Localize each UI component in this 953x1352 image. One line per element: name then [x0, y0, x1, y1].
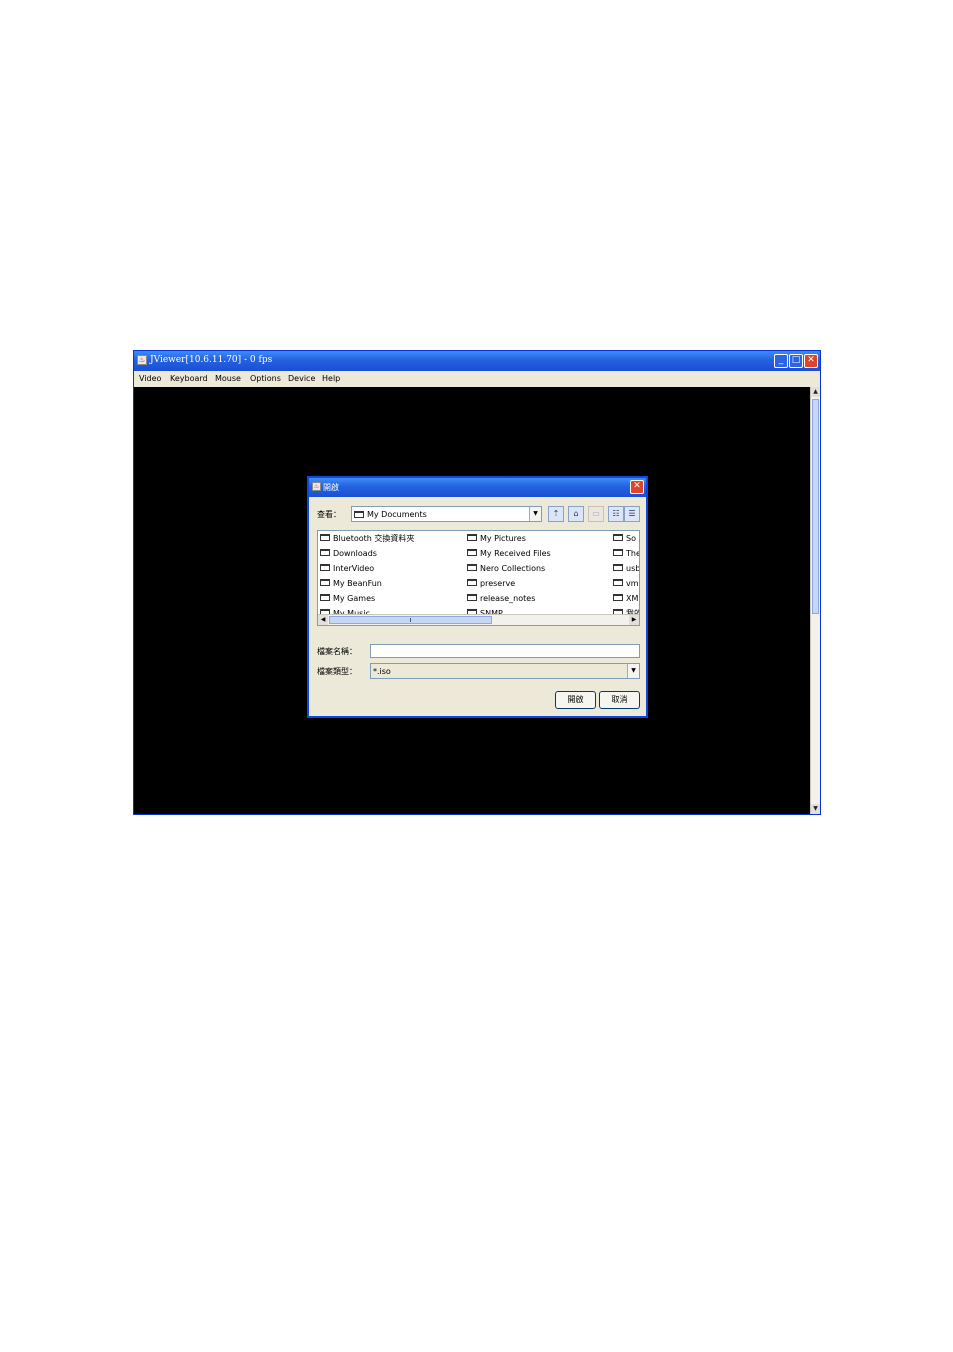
- menu-help[interactable]: Help: [322, 374, 340, 383]
- dialog-title-bar[interactable]: ♨ 開啟 ✕: [309, 478, 646, 497]
- list-item[interactable]: XM: [613, 592, 638, 605]
- list-item[interactable]: My Received Files: [467, 547, 551, 560]
- menu-options[interactable]: Options: [250, 374, 281, 383]
- scroll-down-icon[interactable]: ▼: [811, 804, 820, 814]
- folder-icon: [467, 549, 477, 556]
- folder-icon: [613, 594, 623, 601]
- folder-icon: [467, 594, 477, 601]
- folder-icon: [467, 534, 477, 541]
- dialog-title: 開啟: [323, 483, 339, 492]
- java-app-icon: ♨: [137, 355, 147, 365]
- open-file-dialog: ♨ 開啟 ✕ 查看： My Documents ▼ ⇡ ⌂ ▭ ☷ ☰ Blue…: [307, 476, 648, 718]
- menu-device[interactable]: Device: [288, 374, 315, 383]
- list-item[interactable]: My BeanFun: [320, 577, 382, 590]
- list-item[interactable]: The: [613, 547, 639, 560]
- folder-icon: [354, 511, 364, 518]
- close-button[interactable]: ✕: [804, 354, 818, 368]
- look-in-label: 查看：: [317, 510, 341, 519]
- list-item[interactable]: InterVideo: [320, 562, 374, 575]
- folder-icon: [320, 579, 330, 586]
- list-item[interactable]: usb: [613, 562, 639, 575]
- scroll-up-icon[interactable]: ▲: [811, 387, 820, 397]
- list-item[interactable]: My Games: [320, 592, 375, 605]
- filetype-label: 檔案類型：: [317, 667, 357, 676]
- folder-icon: [320, 534, 330, 541]
- new-folder-icon: ▭: [588, 506, 604, 522]
- maximize-button[interactable]: □: [789, 354, 803, 368]
- folder-icon: [320, 549, 330, 556]
- file-list[interactable]: Bluetooth 交換資料夾 My Pictures So Downloads…: [317, 530, 640, 626]
- filename-input[interactable]: [370, 644, 640, 658]
- list-item[interactable]: preserve: [467, 577, 515, 590]
- list-item[interactable]: vm: [613, 577, 639, 590]
- filetype-value: *.iso: [373, 667, 391, 676]
- menu-bar: Video Keyboard Mouse Options Device Help: [134, 371, 820, 387]
- menu-video[interactable]: Video: [139, 374, 161, 383]
- dialog-close-button[interactable]: ✕: [630, 480, 644, 494]
- folder-icon: [613, 549, 623, 556]
- list-item[interactable]: Bluetooth 交換資料夾: [320, 532, 414, 545]
- folder-icon: [613, 579, 623, 586]
- filetype-combo[interactable]: *.iso ▼: [370, 663, 640, 679]
- folder-icon: [613, 564, 623, 571]
- details-view-icon[interactable]: ☰: [624, 506, 640, 522]
- home-icon[interactable]: ⌂: [568, 506, 584, 522]
- look-in-combo[interactable]: My Documents ▼: [351, 506, 542, 522]
- list-item[interactable]: release_notes: [467, 592, 535, 605]
- chevron-down-icon[interactable]: ▼: [627, 664, 639, 678]
- minimize-button[interactable]: _: [774, 354, 788, 368]
- window-title: JViewer[10.6.11.70] - 0 fps: [150, 355, 273, 365]
- list-item[interactable]: So: [613, 532, 636, 545]
- folder-icon: [320, 594, 330, 601]
- list-item[interactable]: Downloads: [320, 547, 377, 560]
- horizontal-scrollbar[interactable]: ◀ ▶: [318, 614, 639, 625]
- window-title-bar[interactable]: ♨ JViewer[10.6.11.70] - 0 fps _ □ ✕: [134, 351, 820, 371]
- scroll-thumb[interactable]: [329, 616, 492, 624]
- scroll-thumb[interactable]: [812, 399, 819, 614]
- scroll-left-icon[interactable]: ◀: [318, 615, 328, 625]
- filename-label: 檔案名稱：: [317, 647, 357, 656]
- vertical-scrollbar[interactable]: ▲ ▼: [810, 387, 820, 814]
- cancel-button[interactable]: 取消: [599, 691, 640, 709]
- menu-mouse[interactable]: Mouse: [215, 374, 241, 383]
- open-button[interactable]: 開啟: [555, 691, 596, 709]
- chevron-down-icon[interactable]: ▼: [529, 507, 541, 521]
- scroll-right-icon[interactable]: ▶: [629, 615, 639, 625]
- list-item[interactable]: My Pictures: [467, 532, 526, 545]
- list-item[interactable]: Nero Collections: [467, 562, 545, 575]
- up-folder-icon[interactable]: ⇡: [548, 506, 564, 522]
- folder-icon: [467, 564, 477, 571]
- folder-icon: [467, 579, 477, 586]
- folder-icon: [320, 564, 330, 571]
- java-app-icon: ♨: [312, 482, 321, 491]
- list-view-icon[interactable]: ☷: [608, 506, 624, 522]
- folder-icon: [613, 534, 623, 541]
- look-in-value: My Documents: [367, 510, 427, 519]
- menu-keyboard[interactable]: Keyboard: [170, 374, 208, 383]
